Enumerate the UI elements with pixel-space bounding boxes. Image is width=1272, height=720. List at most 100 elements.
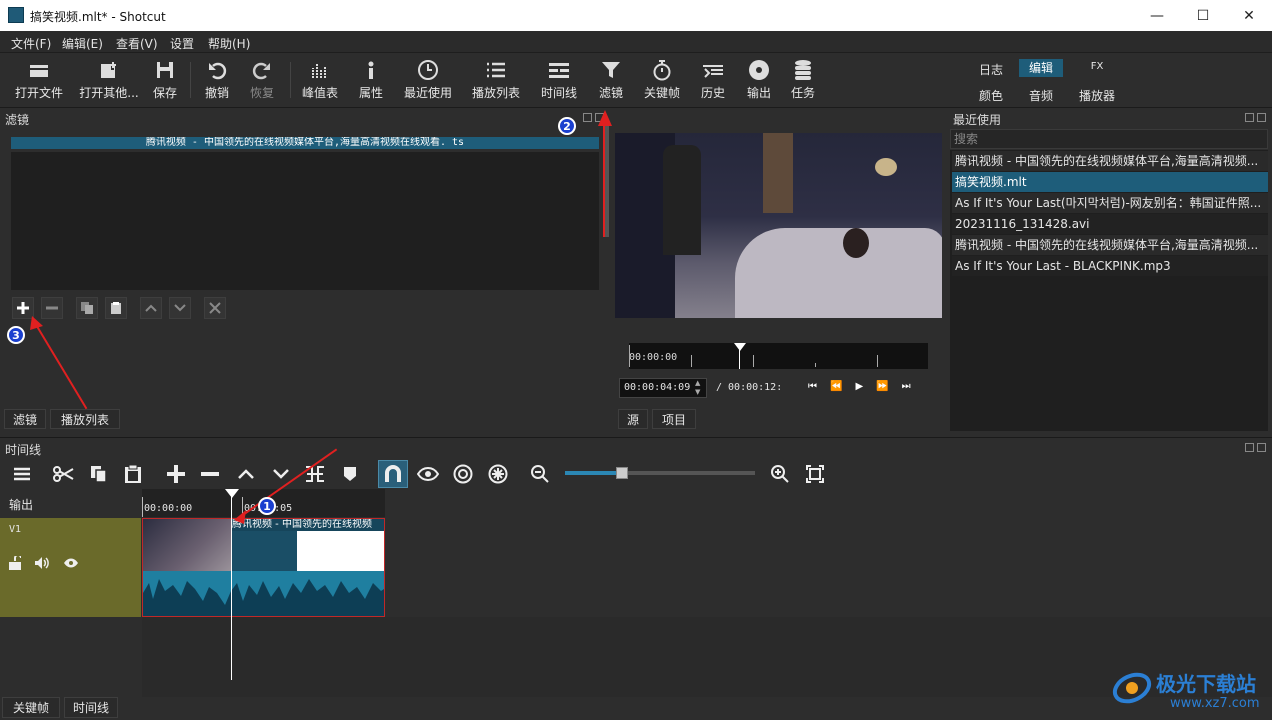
- move-filter-down-button[interactable]: [169, 297, 191, 319]
- recent-item[interactable]: 腾讯视频 - 中国领先的在线视频媒体平台,海量高清视频...: [952, 151, 1268, 171]
- zoom-out-button[interactable]: [525, 460, 555, 488]
- menu-help[interactable]: 帮助(H): [208, 35, 250, 52]
- info-icon: [364, 57, 378, 83]
- move-filter-up-button[interactable]: [140, 297, 162, 319]
- tab-project[interactable]: 项目: [652, 409, 696, 429]
- skip-next-icon[interactable]: ⏭: [902, 381, 924, 392]
- redo-button[interactable]: 恢复: [243, 57, 281, 105]
- close-icon[interactable]: [1257, 443, 1266, 452]
- shotcut-app-icon: [8, 7, 24, 23]
- fast-forward-icon[interactable]: ⏩: [876, 381, 901, 392]
- tab-playlist[interactable]: 播放列表: [50, 409, 120, 429]
- position-timecode-input[interactable]: 00:00:04:09: [619, 378, 707, 398]
- zoom-slider-track[interactable]: [565, 471, 755, 475]
- snap-toggle[interactable]: [378, 460, 408, 488]
- append-button[interactable]: [161, 460, 191, 488]
- menu-settings[interactable]: 设置: [170, 35, 194, 52]
- v1-track-header[interactable]: V1: [0, 518, 141, 617]
- player-playhead-marker[interactable]: [734, 343, 746, 351]
- recent-item-selected[interactable]: 搞笑视频.mlt: [952, 172, 1268, 192]
- history-button[interactable]: 历史: [694, 57, 732, 105]
- player-scrubber[interactable]: 00:00:00: [629, 343, 928, 369]
- recent-item[interactable]: 腾讯视频 - 中国领先的在线视频媒体平台,海量高清视频...: [952, 235, 1268, 255]
- paste-filter-button[interactable]: [105, 297, 127, 319]
- overwrite-button[interactable]: [266, 460, 296, 488]
- workspace-color[interactable]: 颜色: [972, 87, 1010, 104]
- ruler-tick: [142, 497, 143, 517]
- video-preview[interactable]: [615, 133, 942, 318]
- filters-scrollbar[interactable]: [605, 125, 609, 237]
- timeline-playhead-marker[interactable]: [225, 489, 239, 498]
- workspace-player[interactable]: 播放器: [1074, 87, 1120, 104]
- preview-person-standing: [663, 145, 701, 255]
- speaker-icon[interactable]: [35, 557, 49, 569]
- lift-button[interactable]: [231, 460, 261, 488]
- unlock-icon[interactable]: [9, 556, 21, 570]
- ripple-toggle[interactable]: [448, 460, 478, 488]
- tab-timeline[interactable]: 时间线: [64, 697, 118, 718]
- timeline-icon: [547, 57, 571, 83]
- timeline-button[interactable]: 时间线: [533, 57, 585, 105]
- open-other-button[interactable]: 打开其他...: [79, 57, 139, 105]
- tab-filters[interactable]: 滤镜: [4, 409, 46, 429]
- timeline-empty-area[interactable]: [142, 617, 1272, 697]
- paste-button[interactable]: [118, 460, 148, 488]
- preview-bed: [735, 228, 942, 318]
- keyframes-button[interactable]: 关键帧: [640, 57, 684, 105]
- jobs-button[interactable]: 任务: [784, 57, 822, 105]
- peak-meter-button[interactable]: 峰值表: [298, 57, 342, 105]
- timecode-spinner[interactable]: ▲ ▼: [695, 379, 705, 397]
- play-icon[interactable]: ▶: [855, 381, 876, 392]
- menu-file[interactable]: 文件(F): [11, 35, 51, 52]
- toolbar-separator: [290, 62, 291, 98]
- copy-filter-button[interactable]: [76, 297, 98, 319]
- float-icon[interactable]: [1245, 113, 1254, 122]
- export-button[interactable]: 输出: [740, 57, 778, 105]
- workspace-edit[interactable]: 编辑: [1019, 59, 1063, 77]
- recent-item[interactable]: As If It's Your Last - BLACKPINK.mp3: [952, 256, 1268, 276]
- close-icon[interactable]: [1257, 113, 1266, 122]
- tab-source[interactable]: 源: [618, 409, 648, 429]
- cut-button[interactable]: [49, 460, 79, 488]
- timeline-menu-button[interactable]: [7, 460, 37, 488]
- undo-button[interactable]: 撤销: [198, 57, 236, 105]
- rewind-icon[interactable]: ⏪: [830, 381, 855, 392]
- open-file-button[interactable]: 打开文件: [10, 57, 68, 105]
- minimize-button[interactable]: —: [1134, 0, 1180, 31]
- skip-previous-icon[interactable]: ⏮: [808, 381, 830, 392]
- marker-button[interactable]: [335, 460, 365, 488]
- properties-button[interactable]: 属性: [352, 57, 390, 105]
- filters-list[interactable]: [11, 152, 599, 290]
- recent-item[interactable]: As If It's Your Last(마지막처럼)-网友别名：韩国证件照..…: [952, 193, 1268, 213]
- scrub-toggle[interactable]: [413, 460, 443, 488]
- peak-meter-icon: [309, 57, 331, 83]
- deselect-filter-button[interactable]: [204, 297, 226, 319]
- save-button[interactable]: 保存: [146, 57, 184, 105]
- filters-button[interactable]: 滤镜: [592, 57, 630, 105]
- close-window-button[interactable]: ✕: [1226, 0, 1272, 31]
- menu-edit[interactable]: 编辑(E): [62, 35, 103, 52]
- workspace-audio[interactable]: 音频: [1022, 87, 1060, 104]
- playlist-button[interactable]: 播放列表: [468, 57, 524, 105]
- zoom-fit-button[interactable]: [800, 460, 830, 488]
- remove-button[interactable]: [195, 460, 225, 488]
- v1-clip[interactable]: 腾讯视频 - 中国领先的在线视频: [142, 518, 385, 617]
- ripple-all-toggle[interactable]: [483, 460, 513, 488]
- copy-button[interactable]: [84, 460, 114, 488]
- workspace-log[interactable]: 日志: [972, 61, 1010, 78]
- workspace-fx[interactable]: FX: [1080, 61, 1114, 72]
- float-icon[interactable]: [1245, 443, 1254, 452]
- tab-keyframes[interactable]: 关键帧: [2, 697, 60, 718]
- eye-icon[interactable]: [63, 558, 79, 568]
- preview-lamp: [875, 158, 897, 176]
- menu-view[interactable]: 查看(V): [116, 35, 158, 52]
- float-icon[interactable]: [583, 113, 592, 122]
- recent-button[interactable]: 最近使用: [400, 57, 456, 105]
- zoom-slider-handle[interactable]: [616, 467, 628, 479]
- recent-search-input[interactable]: 搜索: [950, 129, 1268, 149]
- timeline-panel-dock-buttons[interactable]: [1245, 443, 1266, 452]
- recent-item[interactable]: 20231116_131428.avi: [952, 214, 1268, 234]
- zoom-in-button[interactable]: [765, 460, 795, 488]
- recent-panel-dock-buttons[interactable]: [1245, 113, 1266, 122]
- maximize-button[interactable]: ☐: [1180, 0, 1226, 31]
